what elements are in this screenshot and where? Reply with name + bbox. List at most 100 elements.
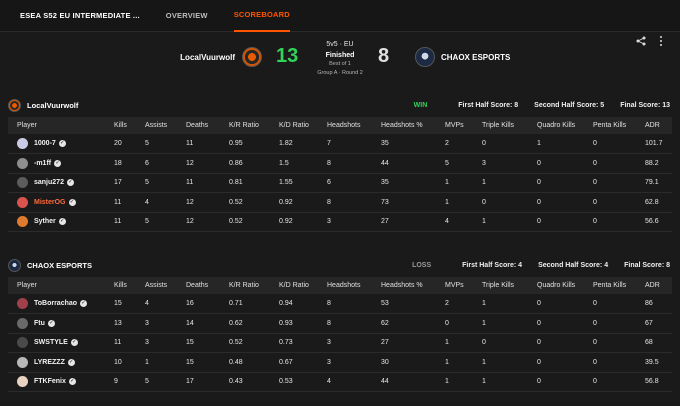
stat-penta: 0 <box>584 153 636 174</box>
team2-header: CHAOX ESPORTS LOSS First Half Score: 4 S… <box>0 253 680 277</box>
stat-kd: 0.73 <box>270 333 318 353</box>
column-header-headshots[interactable]: Headshots <box>318 277 372 294</box>
team1-name[interactable]: LocalVuurwolf <box>27 101 78 110</box>
team1-section: LocalVuurwolf WIN First Half Score: 8 Se… <box>0 93 680 232</box>
column-header-player[interactable]: Player <box>8 117 105 134</box>
column-header-penta-kills[interactable]: Penta Kills <box>584 277 636 294</box>
column-header-adr[interactable]: ADR <box>636 117 672 134</box>
team2-name[interactable]: CHAOX ESPORTS <box>27 261 92 270</box>
stat-quadro: 0 <box>528 372 584 392</box>
player-name-link[interactable]: ToBorrachao <box>34 300 77 307</box>
player-row: sanju272 ✓ 17 5 11 0.81 1.55 6 35 1 1 0 0 79.1 <box>8 173 672 193</box>
column-header-headshots[interactable]: Headshots <box>318 117 372 134</box>
player-avatar[interactable] <box>17 177 28 189</box>
player-avatar[interactable] <box>17 356 28 368</box>
column-header-assists[interactable]: Assists <box>136 277 177 294</box>
stat-quadro: 0 <box>528 333 584 353</box>
player-cell: LYREZZZ ✓ <box>8 352 105 373</box>
column-header-player[interactable]: Player <box>8 277 105 294</box>
player-name-link[interactable]: 1000-7 <box>34 140 56 147</box>
player-avatar[interactable] <box>17 317 28 329</box>
stat-triple: 0 <box>473 134 528 154</box>
player-avatar[interactable] <box>17 157 28 169</box>
stat-mvps: 2 <box>436 294 473 314</box>
player-avatar[interactable] <box>17 298 28 309</box>
stat-kd: 0.94 <box>270 294 318 314</box>
stat-adr: 88.2 <box>636 153 672 174</box>
player-avatar[interactable] <box>17 216 28 228</box>
column-header-mvps[interactable]: MVPs <box>436 117 473 134</box>
tab-scoreboard[interactable]: SCOREBOARD <box>233 0 290 32</box>
player-name-link[interactable]: sanju272 <box>34 179 64 186</box>
column-header-quadro-kills[interactable]: Quadro Kills <box>528 277 584 294</box>
team-left-logo[interactable] <box>242 47 262 67</box>
stat-deaths: 14 <box>177 313 220 334</box>
verified-check-icon: ✓ <box>47 319 55 327</box>
player-cell: MisterOG ✓ <box>8 192 105 213</box>
verified-check-icon: ✓ <box>67 358 75 366</box>
stat-kills: 17 <box>105 173 136 193</box>
player-name-link[interactable]: Ftu <box>34 320 45 327</box>
player-avatar[interactable] <box>17 337 28 349</box>
team-right-name[interactable]: CHAOX ESPORTS <box>441 53 510 62</box>
stat-triple: 1 <box>473 294 528 314</box>
more-options-icon[interactable] <box>658 35 664 47</box>
stat-mvps: 2 <box>436 134 473 154</box>
team2-rows: ToBorrachao ✓ 15 4 16 0.71 0.94 8 53 2 1 0 0 86 Ftu ✓ 13… <box>8 294 672 392</box>
column-header-kr-ratio[interactable]: K/R Ratio <box>220 117 270 134</box>
stat-assists: 3 <box>136 313 177 334</box>
column-header-kills[interactable]: Kills <box>105 117 136 134</box>
stat-kr: 0.86 <box>220 153 270 174</box>
player-name-link[interactable]: -m1ff <box>34 160 51 167</box>
column-header-triple-kills[interactable]: Triple Kills <box>473 117 528 134</box>
player-name-link[interactable]: LYREZZZ <box>34 359 65 366</box>
stat-deaths: 16 <box>177 294 220 314</box>
tab-overview[interactable]: OVERVIEW <box>166 0 208 32</box>
player-name-link[interactable]: FTKFenix <box>34 378 66 385</box>
stat-triple: 1 <box>473 372 528 392</box>
stat-kills: 11 <box>105 212 136 232</box>
stat-hsp: 27 <box>372 212 436 232</box>
team-right-logo[interactable] <box>415 47 435 67</box>
column-header-penta-kills[interactable]: Penta Kills <box>584 117 636 134</box>
player-name-link[interactable]: MisterOG <box>34 199 66 206</box>
team2-score-summary: LOSS First Half Score: 4 Second Half Sco… <box>412 253 670 277</box>
verified-check-icon: ✓ <box>68 198 76 206</box>
match-info: 5v5 · EU Finished Best of 1 Group A · Ro… <box>300 41 380 77</box>
stat-penta: 0 <box>584 294 636 314</box>
stat-kr: 0.43 <box>220 372 270 392</box>
column-header-headshots-pct[interactable]: Headshots % <box>372 277 436 294</box>
column-header-kr-ratio[interactable]: K/R Ratio <box>220 277 270 294</box>
column-header-kd-ratio[interactable]: K/D Ratio <box>270 117 318 134</box>
column-header-deaths[interactable]: Deaths <box>177 277 220 294</box>
column-header-deaths[interactable]: Deaths <box>177 117 220 134</box>
column-header-adr[interactable]: ADR <box>636 277 672 294</box>
stat-assists: 4 <box>136 192 177 213</box>
player-name-link[interactable]: Syther <box>34 218 56 225</box>
stat-kr: 0.52 <box>220 212 270 232</box>
column-header-assists[interactable]: Assists <box>136 117 177 134</box>
column-header-quadro-kills[interactable]: Quadro Kills <box>528 117 584 134</box>
team2-scoreboard-table: Player Kills Assists Deaths K/R Ratio K/D Rat… <box>8 277 672 392</box>
tab-tournament[interactable]: ESEA S52 EU INTERMEDIATE ... <box>20 0 140 32</box>
player-name-link[interactable]: SWSTYLE <box>34 339 68 346</box>
stat-hsp: 30 <box>372 352 436 373</box>
player-avatar[interactable] <box>17 376 28 388</box>
player-row: LYREZZZ ✓ 10 1 15 0.48 0.67 3 30 1 1 0 0 39.5 <box>8 352 672 373</box>
share-icon[interactable] <box>636 36 646 46</box>
player-avatar[interactable] <box>17 138 28 149</box>
top-navigation: ESEA S52 EU INTERMEDIATE ... OVERVIEW SC… <box>0 0 680 32</box>
stat-kr: 0.95 <box>220 134 270 154</box>
stat-kr: 0.52 <box>220 333 270 353</box>
verified-check-icon: ✓ <box>70 339 78 347</box>
column-header-mvps[interactable]: MVPs <box>436 277 473 294</box>
stat-triple: 0 <box>473 192 528 213</box>
column-header-kills[interactable]: Kills <box>105 277 136 294</box>
column-header-kd-ratio[interactable]: K/D Ratio <box>270 277 318 294</box>
stat-penta: 0 <box>584 333 636 353</box>
column-header-triple-kills[interactable]: Triple Kills <box>473 277 528 294</box>
stat-hsp: 27 <box>372 333 436 353</box>
column-header-headshots-pct[interactable]: Headshots % <box>372 117 436 134</box>
player-avatar[interactable] <box>17 196 28 208</box>
team-left-name[interactable]: LocalVuurwolf <box>180 53 235 62</box>
